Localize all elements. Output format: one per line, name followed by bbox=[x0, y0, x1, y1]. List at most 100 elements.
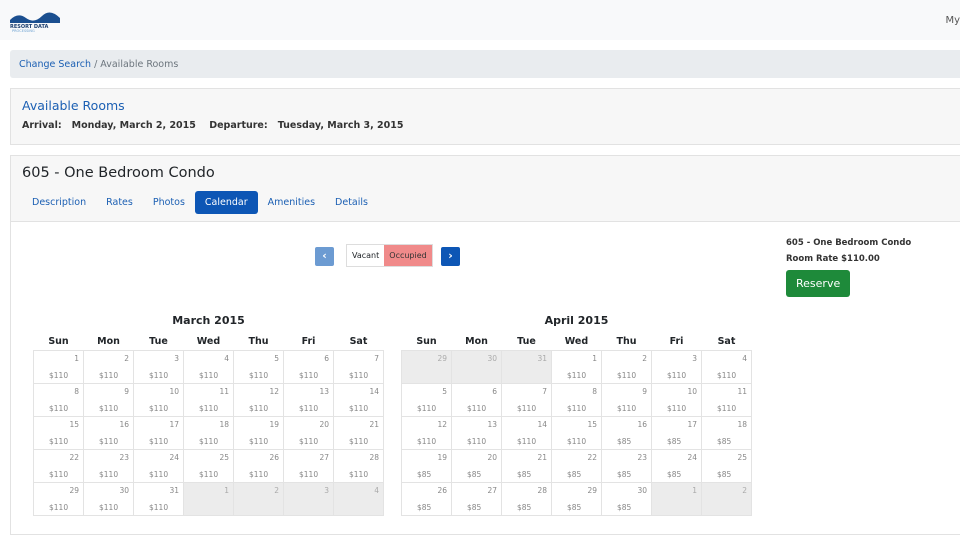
calendar-day[interactable]: 8 $110 bbox=[33, 382, 84, 417]
calendar-day[interactable]: 5 $110 bbox=[401, 382, 452, 417]
calendar-day[interactable]: 16 $110 bbox=[83, 415, 134, 450]
day-number: 29 bbox=[587, 485, 597, 495]
calendar-day[interactable]: 25 $85 bbox=[701, 448, 752, 483]
calendar-day[interactable]: 23 $85 bbox=[601, 448, 652, 483]
calendar-day[interactable]: 20 $110 bbox=[283, 415, 334, 450]
calendar-day[interactable]: 6 $110 bbox=[451, 382, 502, 417]
calendar-day[interactable]: 6 $110 bbox=[283, 349, 334, 384]
calendar-day[interactable]: 19 $110 bbox=[233, 415, 284, 450]
user-menu[interactable]: My bbox=[945, 15, 960, 26]
calendar-day[interactable]: 16 $85 bbox=[601, 415, 652, 450]
tab-calendar[interactable]: Calendar bbox=[194, 191, 258, 214]
calendar-day[interactable]: 30 $85 bbox=[601, 481, 652, 516]
calendar-day[interactable]: 19 $85 bbox=[401, 448, 452, 483]
calendar-day[interactable]: 30 bbox=[451, 349, 502, 384]
reserve-button[interactable]: Reserve bbox=[786, 270, 851, 297]
calendar-day[interactable]: 7 $110 bbox=[501, 382, 552, 417]
calendar-day[interactable]: 15 $110 bbox=[551, 415, 602, 450]
calendar-day[interactable]: 11 $110 bbox=[701, 382, 752, 417]
calendar-day[interactable]: 27 $85 bbox=[451, 481, 502, 516]
calendar-day[interactable]: 17 $85 bbox=[651, 415, 702, 450]
day-price: $110 bbox=[717, 370, 737, 380]
tab-details[interactable]: Details bbox=[325, 191, 378, 214]
day-number: 27 bbox=[319, 452, 329, 462]
calendar-day[interactable]: 13 $110 bbox=[283, 382, 334, 417]
calendar-day[interactable]: 3 $110 bbox=[133, 349, 184, 384]
calendar-day[interactable]: 4 $110 bbox=[701, 349, 752, 384]
calendar-day[interactable]: 13 $110 bbox=[451, 415, 502, 450]
calendar-day[interactable]: 28 $85 bbox=[501, 481, 552, 516]
calendar-day[interactable]: 7 $110 bbox=[333, 349, 384, 384]
day-price: $110 bbox=[99, 436, 119, 446]
day-price: $110 bbox=[567, 370, 587, 380]
calendar-day[interactable]: 20 $85 bbox=[451, 448, 502, 483]
day-number: 22 bbox=[69, 452, 79, 462]
calendar-day[interactable]: 29 bbox=[401, 349, 452, 384]
calendar-day[interactable]: 30 $110 bbox=[83, 481, 134, 516]
day-number: 3 bbox=[174, 353, 179, 363]
day-number: 26 bbox=[269, 452, 279, 462]
calendar-day[interactable]: 27 $110 bbox=[283, 448, 334, 483]
tab-rates[interactable]: Rates bbox=[96, 191, 143, 214]
previous-month-button[interactable]: ‹ bbox=[315, 247, 334, 266]
calendar-day[interactable]: 10 $110 bbox=[651, 382, 702, 417]
calendar-april: April 2015 Sun Mon Tue Wed Thu Fri Sat 29 30 31 1 $1… bbox=[401, 314, 752, 516]
calendar-day[interactable]: 29 $110 bbox=[33, 481, 84, 516]
calendar-day[interactable]: 3 $110 bbox=[651, 349, 702, 384]
tab-description[interactable]: Description bbox=[22, 191, 96, 214]
calendar-day[interactable]: 26 $85 bbox=[401, 481, 452, 516]
calendar-day[interactable]: 1 bbox=[651, 481, 702, 516]
calendar-day[interactable]: 21 $85 bbox=[501, 448, 552, 483]
calendar-week: 26 $85 27 $85 28 $85 29 $85 30 $85 1 2 bbox=[401, 481, 752, 516]
calendar-day[interactable]: 2 bbox=[233, 481, 284, 516]
calendar-day[interactable]: 11 $110 bbox=[183, 382, 234, 417]
calendar-day[interactable]: 12 $110 bbox=[233, 382, 284, 417]
calendar-day[interactable]: 12 $110 bbox=[401, 415, 452, 450]
tab-photos[interactable]: Photos bbox=[143, 191, 195, 214]
calendar-day[interactable]: 22 $85 bbox=[551, 448, 602, 483]
room-title: 605 - One Bedroom Condo bbox=[22, 165, 215, 181]
calendar-day[interactable]: 4 bbox=[333, 481, 384, 516]
calendar-day[interactable]: 31 $110 bbox=[133, 481, 184, 516]
calendar-day[interactable]: 25 $110 bbox=[183, 448, 234, 483]
calendar-day[interactable]: 22 $110 bbox=[33, 448, 84, 483]
weekday-header: Mon bbox=[465, 335, 488, 347]
day-number: 19 bbox=[269, 419, 279, 429]
calendar-day[interactable]: 5 $110 bbox=[233, 349, 284, 384]
calendar-day[interactable]: 9 $110 bbox=[83, 382, 134, 417]
weekday-header: Fri bbox=[301, 335, 316, 347]
tab-amenities[interactable]: Amenities bbox=[258, 191, 325, 214]
calendar-day[interactable]: 29 $85 bbox=[551, 481, 602, 516]
calendar-day[interactable]: 9 $110 bbox=[601, 382, 652, 417]
breadcrumb-change-search[interactable]: Change Search bbox=[19, 59, 91, 70]
calendar-day[interactable]: 15 $110 bbox=[33, 415, 84, 450]
day-number: 22 bbox=[587, 452, 597, 462]
calendar-day[interactable]: 23 $110 bbox=[83, 448, 134, 483]
calendar-day[interactable]: 24 $85 bbox=[651, 448, 702, 483]
day-number: 23 bbox=[119, 452, 129, 462]
calendar-day[interactable]: 8 $110 bbox=[551, 382, 602, 417]
calendar-day[interactable]: 17 $110 bbox=[133, 415, 184, 450]
calendar-day[interactable]: 14 $110 bbox=[333, 382, 384, 417]
calendar-day[interactable]: 1 $110 bbox=[551, 349, 602, 384]
next-month-button[interactable]: › bbox=[441, 247, 460, 266]
calendar-day[interactable]: 2 $110 bbox=[601, 349, 652, 384]
calendar-day[interactable]: 1 bbox=[183, 481, 234, 516]
departure-date: Tuesday, March 3, 2015 bbox=[277, 120, 404, 131]
calendar-day[interactable]: 3 bbox=[283, 481, 334, 516]
calendar-day[interactable]: 18 $85 bbox=[701, 415, 752, 450]
calendar-day[interactable]: 4 $110 bbox=[183, 349, 234, 384]
calendar-day[interactable]: 26 $110 bbox=[233, 448, 284, 483]
calendar-day[interactable]: 24 $110 bbox=[133, 448, 184, 483]
calendar-day[interactable]: 18 $110 bbox=[183, 415, 234, 450]
resort-data-processing-logo[interactable]: RESORT DATA PROCESSING bbox=[10, 10, 60, 32]
calendar-day[interactable]: 28 $110 bbox=[333, 448, 384, 483]
calendar-day[interactable]: 14 $110 bbox=[501, 415, 552, 450]
calendar-day[interactable]: 2 $110 bbox=[83, 349, 134, 384]
calendar-day[interactable]: 1 $110 bbox=[33, 349, 84, 384]
calendar-day[interactable]: 31 bbox=[501, 349, 552, 384]
calendar-day[interactable]: 10 $110 bbox=[133, 382, 184, 417]
day-number: 30 bbox=[637, 485, 647, 495]
calendar-day[interactable]: 21 $110 bbox=[333, 415, 384, 450]
calendar-day[interactable]: 2 bbox=[701, 481, 752, 516]
